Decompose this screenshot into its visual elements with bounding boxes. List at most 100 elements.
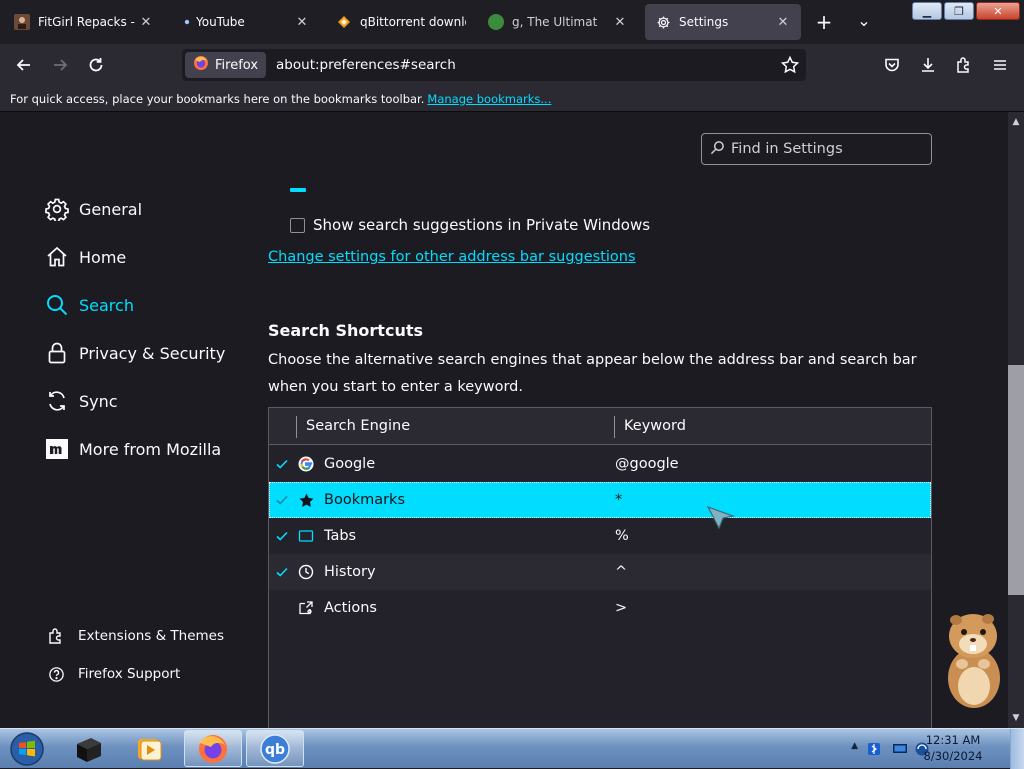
cube-app-icon: [77, 737, 101, 762]
mozilla-m-icon: [44, 436, 70, 462]
scroll-down-arrow-icon[interactable]: ▼: [1008, 710, 1024, 726]
checkmark-icon[interactable]: [272, 526, 292, 546]
tab-qbittorrent[interactable]: qBittorrent downlo: [326, 4, 476, 40]
close-icon[interactable]: ✕: [612, 15, 628, 30]
category-sync[interactable]: Sync: [44, 385, 118, 417]
tab-label: YouTube: [196, 15, 245, 29]
minimize-button[interactable]: ▁: [912, 2, 942, 20]
engine-keyword[interactable]: *: [615, 482, 622, 518]
manage-bookmarks-link[interactable]: Manage bookmarks...: [427, 92, 551, 106]
mouse-cursor-icon: [706, 505, 736, 530]
private-suggestions-checkbox[interactable]: [290, 217, 305, 233]
table-row-history[interactable]: History ^: [269, 554, 931, 590]
category-home[interactable]: Home: [44, 241, 126, 273]
tab-label: qBittorrent downlo: [360, 15, 466, 29]
table-row-actions[interactable]: Actions >: [269, 590, 931, 626]
scroll-up-arrow-icon[interactable]: ▲: [1008, 114, 1024, 130]
downloads-icon[interactable]: [916, 53, 940, 77]
checkmark-icon[interactable]: [272, 562, 292, 582]
fitgirl-favicon: [14, 14, 30, 30]
settings-page: Find in Settings General Home Search Pri…: [0, 112, 1008, 728]
close-icon[interactable]: ✕: [294, 15, 310, 30]
bookmarks-toolbar: For quick access, place your bookmarks h…: [0, 86, 1024, 112]
url-text[interactable]: about:preferences#search: [276, 57, 456, 73]
engine-keyword[interactable]: %: [615, 518, 629, 554]
close-icon[interactable]: ✕: [775, 15, 791, 30]
engine-name: History: [324, 564, 376, 580]
search-engine-table[interactable]: Search Engine Keyword Google @google Boo…: [268, 407, 932, 728]
tab-settings[interactable]: Settings ✕: [645, 4, 801, 40]
identity-label: Firefox: [215, 57, 259, 73]
category-label: Sync: [79, 391, 118, 411]
search-shortcuts-heading: Search Shortcuts: [268, 321, 423, 340]
navigation-toolbar: Firefox about:preferences#search: [0, 44, 1024, 86]
engine-keyword[interactable]: ^: [615, 554, 627, 590]
engine-keyword[interactable]: @google: [615, 446, 679, 482]
taskbar-cube-app[interactable]: [64, 730, 114, 767]
extensions-icon[interactable]: [952, 53, 976, 77]
tab-youtube[interactable]: YouTube ✕: [172, 4, 320, 40]
system-clock[interactable]: 12:31 AM 8/30/2024: [920, 732, 986, 764]
list-all-tabs-button[interactable]: ⌄: [852, 8, 876, 32]
tab-label: Settings: [679, 15, 729, 29]
back-button[interactable]: [12, 53, 36, 77]
star-icon[interactable]: [780, 55, 800, 79]
category-general[interactable]: General: [44, 193, 142, 225]
tab-icon: [297, 527, 315, 545]
column-header-keyword[interactable]: Keyword: [624, 408, 686, 444]
bluetooth-tray-icon[interactable]: [866, 741, 882, 757]
tab-fitgirl[interactable]: FitGirl Repacks - Th ✕: [4, 4, 164, 40]
checkmark-icon[interactable]: [272, 454, 292, 474]
identity-box[interactable]: Firefox: [185, 52, 267, 78]
column-divider: [614, 416, 615, 438]
media-player-icon: [138, 738, 162, 760]
bookmarks-toolbar-message: For quick access, place your bookmarks h…: [10, 91, 425, 106]
scroll-thumb[interactable]: [1008, 365, 1024, 595]
windows-start-orb: [10, 731, 44, 766]
category-privacy-security[interactable]: Privacy & Security: [44, 337, 225, 369]
google-g-icon: [297, 455, 315, 473]
monitor-tray-icon[interactable]: [892, 741, 908, 757]
footer-link-label: Extensions & Themes: [78, 628, 225, 644]
extensions-themes-link[interactable]: Extensions & Themes: [46, 624, 224, 648]
firefox-icon: [199, 734, 227, 763]
table-row-google[interactable]: Google @google: [269, 446, 931, 482]
pocket-icon[interactable]: [880, 53, 904, 77]
clock-date: 8/30/2024: [923, 749, 983, 763]
taskbar-firefox[interactable]: [184, 730, 242, 767]
reload-button[interactable]: [84, 53, 108, 77]
private-suggestions-option[interactable]: Show search suggestions in Private Windo…: [290, 216, 650, 234]
search-icon: [44, 292, 70, 318]
find-in-settings-input[interactable]: Find in Settings: [701, 133, 932, 165]
window-controls: ▁ ❐ ✕: [912, 2, 1020, 20]
engine-name: Google: [324, 456, 376, 472]
address-bar[interactable]: Firefox about:preferences#search: [182, 49, 806, 81]
show-hidden-icons-button[interactable]: ▲: [851, 741, 858, 751]
restore-button[interactable]: ❐: [944, 2, 974, 20]
close-window-button[interactable]: ✕: [976, 2, 1020, 20]
change-address-bar-suggestions-link[interactable]: Change settings for other address bar su…: [268, 249, 636, 265]
menu-icon[interactable]: [988, 53, 1012, 77]
dot-favicon: [182, 14, 192, 30]
column-header-search-engine[interactable]: Search Engine: [306, 408, 410, 444]
home-icon: [44, 244, 70, 270]
forward-button[interactable]: [48, 53, 72, 77]
taskbar-qbittorrent[interactable]: qb: [246, 730, 304, 767]
clock-icon: [297, 563, 315, 581]
show-desktop-button[interactable]: [1010, 729, 1024, 769]
close-icon[interactable]: ✕: [138, 15, 154, 30]
firefox-support-link[interactable]: Firefox Support: [46, 662, 180, 686]
tab-media[interactable]: g, The Ultimat ✕: [478, 4, 638, 40]
category-search[interactable]: Search: [44, 289, 134, 321]
table-row-bookmarks[interactable]: Bookmarks *: [269, 482, 931, 518]
start-button[interactable]: [4, 730, 50, 767]
engine-keyword[interactable]: >: [615, 590, 627, 626]
table-row-tabs[interactable]: Tabs %: [269, 518, 931, 554]
checkmark-icon[interactable]: [272, 490, 292, 510]
category-more-from-mozilla[interactable]: More from Mozilla: [44, 433, 221, 465]
vertical-scrollbar[interactable]: ▲ ▼: [1008, 112, 1024, 728]
taskbar-media-player[interactable]: [124, 730, 174, 767]
private-suggestions-label: Show search suggestions in Private Windo…: [313, 216, 651, 234]
new-tab-button[interactable]: +: [812, 10, 836, 34]
actions-icon: [297, 599, 315, 617]
